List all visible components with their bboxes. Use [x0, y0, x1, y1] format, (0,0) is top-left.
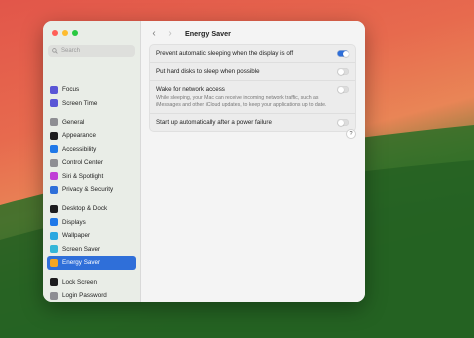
- accessibility-icon: [50, 145, 58, 154]
- dock-icon: [50, 204, 58, 213]
- sidebar-group-focus: Focus Screen Time: [47, 83, 136, 110]
- setting-label: Start up automatically after a power fai…: [156, 119, 272, 127]
- setting-toggle[interactable]: [337, 86, 349, 93]
- sidebar: Search Focus Screen Time General Appearanc…: [43, 21, 141, 302]
- siri-icon: [50, 172, 58, 181]
- screensaver-icon: [50, 245, 58, 254]
- sidebar-item-focus[interactable]: Focus: [47, 83, 136, 97]
- bulb-icon: [50, 258, 58, 267]
- sidebar-item-screen-time[interactable]: Screen Time: [47, 97, 136, 111]
- gear-icon: [50, 118, 58, 127]
- toggle-knob: [337, 68, 344, 75]
- sidebar-item-siri-spotlight[interactable]: Siri & Spotlight: [47, 170, 136, 184]
- minimize-button[interactable]: [62, 30, 68, 36]
- toggle-knob: [337, 86, 344, 93]
- sidebar-item-label: Energy Saver: [62, 259, 101, 267]
- sidebar-group-system: General Appearance Accessibility Control Ce…: [47, 116, 136, 197]
- wallpaper-icon: [50, 231, 58, 240]
- sidebar-item-label: Screen Time: [62, 99, 98, 107]
- settings-panel: Prevent automatic sleeping when the disp…: [149, 44, 356, 133]
- sidebar-item-accessibility[interactable]: Accessibility: [47, 143, 136, 157]
- sidebar-item-lock-screen[interactable]: Lock Screen: [47, 276, 136, 290]
- appearance-icon: [50, 131, 58, 140]
- setting-label: Put hard disks to sleep when possible: [156, 68, 260, 75]
- setting-description: While sleeping, your Mac can receive inc…: [156, 95, 327, 108]
- hourglass-icon: [50, 99, 58, 108]
- sidebar-item-label: Control Center: [62, 159, 103, 167]
- toggle-knob: [337, 119, 344, 126]
- forward-button[interactable]: ›: [165, 28, 175, 39]
- setting-label: Prevent automatic sleeping when the disp…: [156, 50, 294, 57]
- sidebar-item-general[interactable]: General: [47, 116, 136, 130]
- close-button[interactable]: [52, 30, 58, 36]
- sidebar-item-label: Login Password: [62, 292, 107, 300]
- sidebar-item-label: Wallpaper: [62, 232, 91, 240]
- back-button[interactable]: ‹: [149, 28, 159, 39]
- setting-row: Prevent automatic sleeping when the disp…: [150, 45, 355, 63]
- content-pane: ‹ › Energy Saver Prevent automatic sleep…: [141, 21, 365, 302]
- control-center-icon: [50, 158, 58, 167]
- setting-row: Start up automatically after a power fai…: [150, 114, 355, 131]
- sidebar-item-displays[interactable]: Displays: [47, 216, 136, 230]
- sidebar-item-label: Appearance: [62, 132, 96, 140]
- toggle-knob: [342, 50, 349, 57]
- sidebar-group-accounts: Lock ScreenLogin PasswordUsers & Groups: [47, 276, 136, 303]
- sidebar-item-energy-saver[interactable]: Energy Saver: [47, 256, 136, 270]
- setting-label: Wake for network access: [156, 86, 225, 93]
- system-settings-window: Search Focus Screen Time General Appearanc…: [43, 21, 365, 302]
- moon-icon: [50, 85, 58, 94]
- zoom-button[interactable]: [72, 30, 78, 36]
- setting-row: Wake for network access While sleeping, y…: [150, 81, 355, 115]
- sidebar-item-label: Desktop & Dock: [62, 205, 108, 213]
- lock-icon: [50, 278, 58, 287]
- sidebar-item-label: Screen Saver: [62, 245, 101, 253]
- search-input[interactable]: Search: [48, 45, 135, 57]
- sidebar-item-control-center[interactable]: Control Center: [47, 156, 136, 170]
- sidebar-item-label: Displays: [62, 218, 86, 226]
- sidebar-item-label: Lock Screen: [62, 278, 98, 286]
- sidebar-item-label: General: [62, 118, 85, 126]
- sidebar-item-login-password[interactable]: Login Password: [47, 289, 136, 302]
- setting-row: Put hard disks to sleep when possible: [150, 63, 355, 81]
- sidebar-item-label: Siri & Spotlight: [62, 172, 104, 180]
- window-controls: [52, 30, 78, 36]
- page-title: Energy Saver: [185, 28, 231, 38]
- sidebar-item-label: Focus: [62, 86, 80, 94]
- toolbar: ‹ › Energy Saver: [141, 21, 365, 45]
- search-placeholder: Search: [61, 48, 81, 54]
- setting-toggle[interactable]: [337, 68, 349, 75]
- sidebar-item-desktop-dock[interactable]: Desktop & Dock: [47, 202, 136, 216]
- sidebar-item-screen-saver[interactable]: Screen Saver: [47, 243, 136, 257]
- sidebar-item-appearance[interactable]: Appearance: [47, 129, 136, 143]
- sidebar-item-label: Privacy & Security: [62, 186, 114, 194]
- setting-toggle[interactable]: [337, 119, 349, 127]
- sidebar-item-wallpaper[interactable]: Wallpaper: [47, 229, 136, 243]
- setting-toggle[interactable]: [337, 50, 349, 57]
- sidebar-group-desktop: Desktop & Dock Displays Wallpaper Screen Sa…: [47, 202, 136, 270]
- hand-icon: [50, 185, 58, 194]
- display-icon: [50, 218, 58, 227]
- key-icon: [50, 291, 58, 300]
- help-button[interactable]: ?: [346, 129, 356, 139]
- sidebar-item-privacy-security[interactable]: Privacy & Security: [47, 183, 136, 197]
- sidebar-item-label: Accessibility: [62, 145, 97, 153]
- search-icon: [52, 48, 58, 54]
